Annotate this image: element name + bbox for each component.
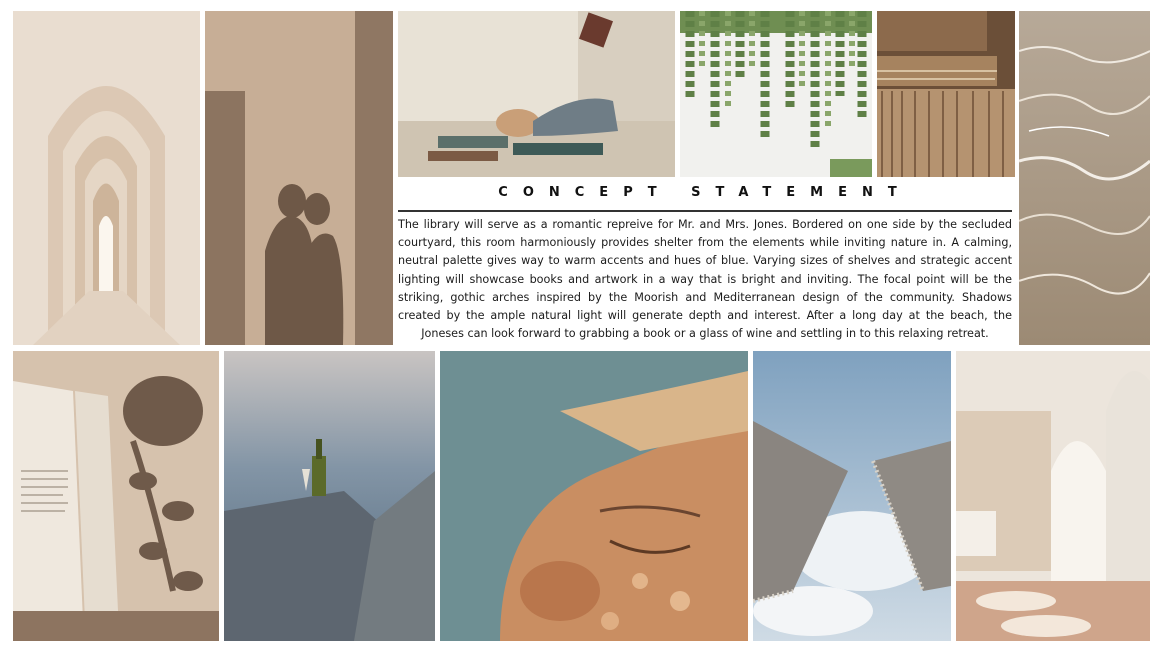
- hanging-ivy-wall-photo: [680, 11, 872, 177]
- white-arches-courtyard-photo: [956, 351, 1150, 641]
- woman-reading-painting: [398, 11, 675, 177]
- arched-corridor-photo: [13, 11, 200, 345]
- heading-divider: [398, 210, 1012, 212]
- concept-statement-panel: CONCEPT STATEMENT The library will serve…: [398, 180, 1012, 348]
- fringed-umbrellas-photo: [753, 351, 951, 641]
- concept-statement-body: The library will serve as a romantic rep…: [398, 218, 1012, 341]
- concept-statement-heading: CONCEPT STATEMENT: [498, 185, 912, 200]
- old-books-photo: [877, 11, 1015, 177]
- wine-bottle-on-rock-photo: [224, 351, 435, 641]
- book-leaf-shadow-photo: [13, 351, 219, 641]
- sunlit-face-photo: [440, 351, 748, 641]
- couple-shadow-photo: [205, 11, 393, 345]
- shallow-water-photo: [1019, 11, 1150, 345]
